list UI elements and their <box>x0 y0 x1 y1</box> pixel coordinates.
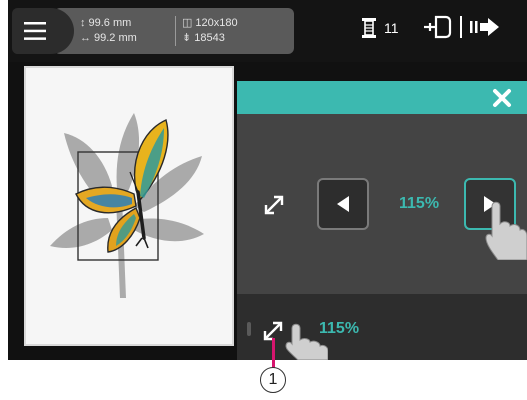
hoop-icon: ◫ <box>182 17 193 29</box>
width-arrow-icon: ↔ <box>80 32 91 44</box>
resize-diagonal-icon <box>264 195 284 215</box>
height-readout: ↕ 99.6 mm <box>80 16 131 30</box>
decrease-size-button[interactable] <box>317 178 369 230</box>
hoop-size-value: 120x180 <box>195 17 238 29</box>
status-divider <box>460 16 462 38</box>
callout-leader-line <box>272 338 275 370</box>
width-value: 99.2 mm <box>94 32 137 44</box>
design-info-panel: ↕ 99.6 mm ↔ 99.2 mm ◫ 120x180 ⇟ 18543 <box>54 8 294 54</box>
butterfly-design <box>50 113 204 298</box>
status-icons <box>422 14 500 40</box>
dialog-header <box>237 81 527 114</box>
embroidery-preview[interactable] <box>24 66 234 346</box>
stitch-icon: ⇟ <box>182 32 192 44</box>
machine-screen: ↕ 99.6 mm ↔ 99.2 mm ◫ 120x180 ⇟ 18543 11… <box>8 0 527 360</box>
hoop-readout: ◫ 120x180 <box>182 16 238 30</box>
thread-count-indicator: 11 <box>362 18 399 38</box>
hoop-attach-icon[interactable] <box>422 14 452 40</box>
hamburger-icon <box>24 22 46 40</box>
next-step-icon[interactable] <box>470 17 500 37</box>
stitch-count-value: 18543 <box>194 32 225 44</box>
triangle-left-icon <box>337 196 349 212</box>
size-status-strip: 115% <box>237 294 527 360</box>
close-icon[interactable] <box>491 87 513 109</box>
callout-marker: 1 <box>260 367 286 393</box>
height-value: 99.6 mm <box>88 17 132 29</box>
info-divider <box>175 16 176 46</box>
spool-icon <box>362 18 376 38</box>
height-arrow-icon: ↕ <box>80 17 86 29</box>
width-readout: ↔ 99.2 mm <box>80 31 137 45</box>
pointing-hand-icon <box>485 201 527 260</box>
menu-button[interactable] <box>12 8 74 54</box>
pointing-hand-icon <box>285 323 328 360</box>
strip-grip-handle <box>247 322 251 336</box>
thread-count-value: 11 <box>384 20 399 36</box>
top-bar: ↕ 99.6 mm ↔ 99.2 mm ◫ 120x180 ⇟ 18543 11 <box>8 0 527 62</box>
stitch-readout: ⇟ 18543 <box>182 31 225 45</box>
size-percent-value: 115% <box>399 195 440 212</box>
